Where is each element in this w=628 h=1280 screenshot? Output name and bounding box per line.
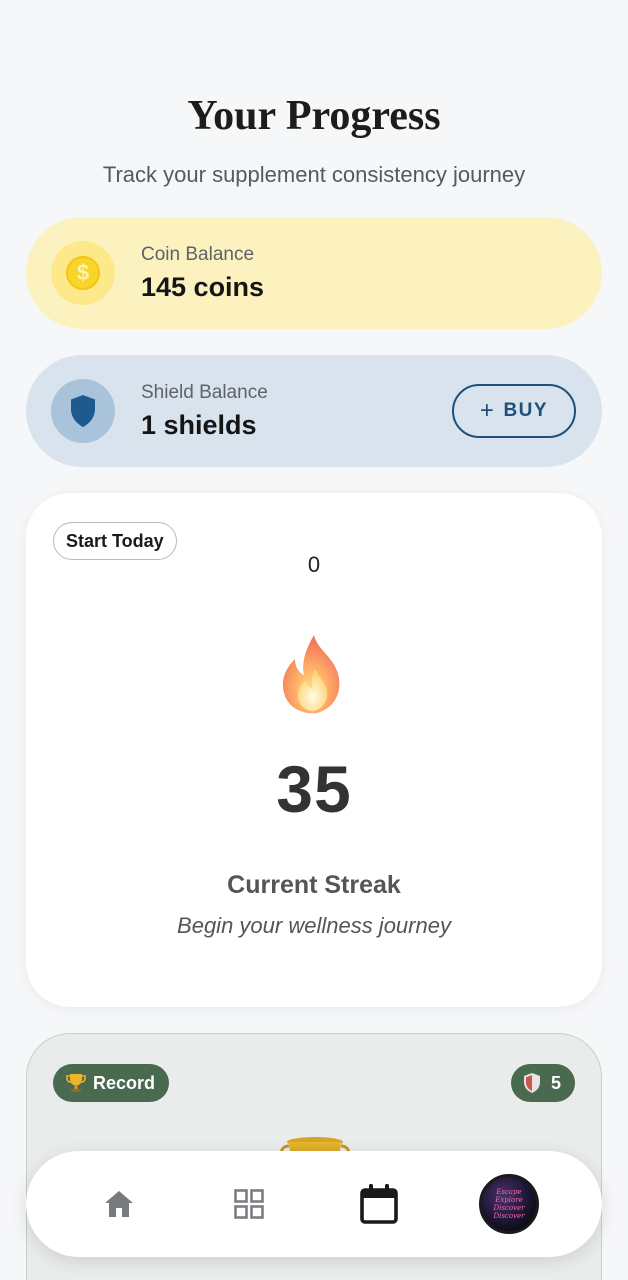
- dollar-coin-icon: $: [66, 256, 100, 290]
- nav-home[interactable]: [87, 1172, 151, 1236]
- shield-balance-card: Shield Balance 1 shields + BUY: [26, 355, 602, 467]
- fire-icon: [283, 635, 340, 714]
- streak-card: Start Today 0 35 Current Streak Begin yo…: [26, 493, 602, 1007]
- buy-button-label: BUY: [503, 400, 549, 421]
- buy-shield-button[interactable]: + BUY: [452, 384, 576, 438]
- plus-icon: +: [479, 397, 496, 424]
- avatar-text: Escape Explore Discover Discover: [493, 1188, 525, 1220]
- bottom-navigation: Escape Explore Discover Discover: [26, 1151, 602, 1257]
- shield-count-badge: 5: [510, 1064, 575, 1102]
- coin-balance-card: $ Coin Balance 145 coins: [26, 217, 602, 329]
- avatar: Escape Explore Discover Discover: [479, 1174, 539, 1234]
- calendar-icon: [360, 1184, 398, 1224]
- coin-balance-label: Coin Balance: [141, 243, 255, 265]
- trophy-icon: [65, 1072, 87, 1094]
- coin-balance-value: 145 coins: [141, 271, 265, 302]
- shield-balance-text: Shield Balance 1 shields: [141, 382, 268, 441]
- streak-message: Begin your wellness journey: [177, 913, 451, 938]
- nav-grid[interactable]: [217, 1172, 281, 1236]
- streak-counter: 0: [307, 552, 321, 577]
- shield-balance-label: Shield Balance: [141, 381, 268, 403]
- progress-screen: Your Progress Track your supplement cons…: [0, 0, 628, 1280]
- streak-label: Current Streak: [227, 871, 401, 899]
- shield-count-value: 5: [550, 1072, 561, 1093]
- nav-calendar[interactable]: [347, 1172, 411, 1236]
- shield-icon: [523, 1072, 541, 1094]
- shield-badge: [51, 379, 115, 443]
- home-icon: [105, 1191, 133, 1217]
- coin-badge: $: [51, 241, 115, 305]
- grid-icon: [234, 1189, 264, 1219]
- coin-balance-text: Coin Balance 145 coins: [141, 244, 264, 303]
- nav-profile[interactable]: Escape Explore Discover Discover: [477, 1172, 541, 1236]
- shield-icon: [71, 395, 95, 427]
- page-title: Your Progress: [187, 93, 441, 139]
- streak-value: 35: [276, 752, 352, 826]
- shield-balance-value: 1 shields: [141, 409, 257, 440]
- record-badge[interactable]: Record: [53, 1064, 170, 1102]
- record-badge-label: Record: [93, 1072, 156, 1093]
- page-subtitle: Track your supplement consistency journe…: [102, 162, 526, 187]
